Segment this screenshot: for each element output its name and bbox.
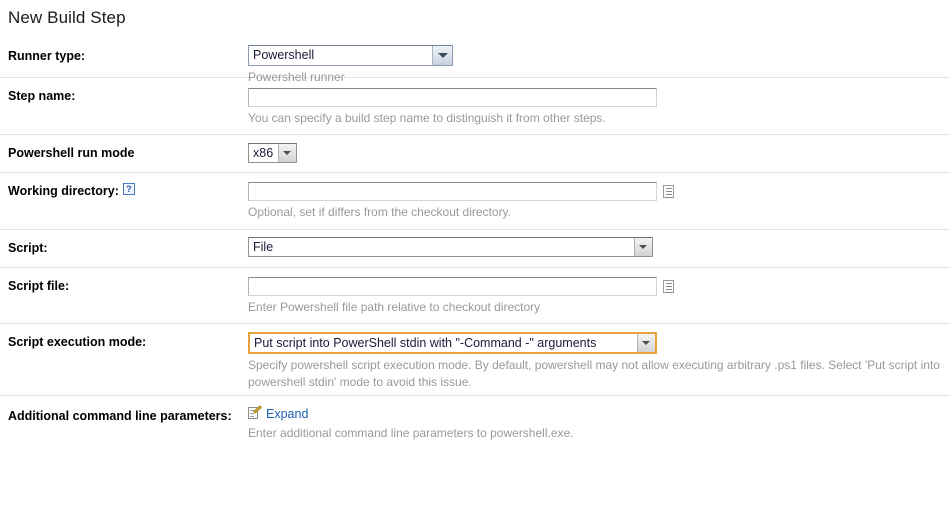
form-row-run-mode: Powershell run mode x86 <box>0 135 949 173</box>
working-directory-hint: Optional, set if differs from the checko… <box>248 205 512 219</box>
page-title: New Build Step <box>8 8 126 27</box>
field-script: File <box>248 230 949 265</box>
form-row-runner-type: Runner type: Powershell Powershell runne… <box>0 38 949 84</box>
script-file-input[interactable] <box>248 277 657 296</box>
label-script-file-text: Script file: <box>8 279 70 293</box>
working-directory-input[interactable] <box>248 182 657 201</box>
expand-row: Expand <box>248 405 949 422</box>
label-working-directory: Working directory:? <box>8 183 240 200</box>
chevron-down-icon[interactable] <box>278 144 296 162</box>
form-row-step-name: Step name: You can specify a build step … <box>0 78 949 135</box>
step-name-hint: You can specify a build step name to dis… <box>248 111 606 125</box>
step-name-input[interactable] <box>248 88 657 107</box>
label-script-execution-mode-text: Script execution mode: <box>8 335 147 349</box>
field-working-directory: Optional, set if differs from the checko… <box>248 173 949 229</box>
label-script: Script: <box>8 240 240 257</box>
script-select-value: File <box>253 240 274 254</box>
form-row-script: Script: File <box>0 230 949 268</box>
script-select[interactable]: File <box>248 237 653 257</box>
label-run-mode-text: Powershell run mode <box>8 146 135 160</box>
field-script-file: Enter Powershell file path relative to c… <box>248 268 949 324</box>
chevron-down-icon[interactable] <box>637 334 655 352</box>
form-row-additional-params: Additional command line parameters: Expa… <box>0 396 949 456</box>
script-execution-mode-select-value: Put script into PowerShell stdin with "-… <box>254 336 597 350</box>
chevron-down-icon[interactable] <box>432 46 452 65</box>
label-step-name-text: Step name: <box>8 89 76 103</box>
run-mode-select[interactable]: x86 <box>248 143 297 163</box>
document-browse-icon[interactable] <box>663 280 674 293</box>
document-browse-icon[interactable] <box>663 185 674 198</box>
label-additional-params: Additional command line parameters: <box>8 408 240 425</box>
label-script-file: Script file: <box>8 278 240 295</box>
edit-document-icon <box>248 405 262 420</box>
label-runner-type: Runner type: <box>8 48 240 65</box>
form-row-script-file: Script file: Enter Powershell file path … <box>0 268 949 324</box>
label-working-directory-text: Working directory: <box>8 184 119 198</box>
label-script-text: Script: <box>8 241 48 255</box>
field-additional-params: Expand Enter additional command line par… <box>248 396 949 450</box>
field-step-name: You can specify a build step name to dis… <box>248 78 949 135</box>
form-row-script-execution-mode: Script execution mode: Put script into P… <box>0 324 949 396</box>
script-execution-mode-hint: Specify powershell script execution mode… <box>248 358 940 389</box>
field-run-mode: x86 <box>248 135 949 171</box>
expand-link[interactable]: Expand <box>266 407 308 421</box>
label-additional-params-text: Additional command line parameters: <box>8 409 232 423</box>
label-run-mode: Powershell run mode <box>8 145 240 162</box>
script-file-hint: Enter Powershell file path relative to c… <box>248 300 541 314</box>
form-row-working-directory: Working directory:? Optional, set if dif… <box>0 173 949 230</box>
label-runner-type-text: Runner type: <box>8 49 86 63</box>
label-script-execution-mode: Script execution mode: <box>8 334 240 351</box>
runner-type-select-value: Powershell <box>253 48 315 62</box>
build-step-form: Runner type: Powershell Powershell runne… <box>0 38 949 456</box>
chevron-down-icon[interactable] <box>634 238 652 256</box>
runner-type-select[interactable]: Powershell <box>248 45 453 66</box>
additional-params-hint: Enter additional command line parameters… <box>248 426 574 440</box>
field-script-execution-mode: Put script into PowerShell stdin with "-… <box>248 324 949 399</box>
help-question-icon[interactable]: ? <box>122 183 135 195</box>
script-execution-mode-select[interactable]: Put script into PowerShell stdin with "-… <box>248 332 657 354</box>
label-step-name: Step name: <box>8 88 240 105</box>
